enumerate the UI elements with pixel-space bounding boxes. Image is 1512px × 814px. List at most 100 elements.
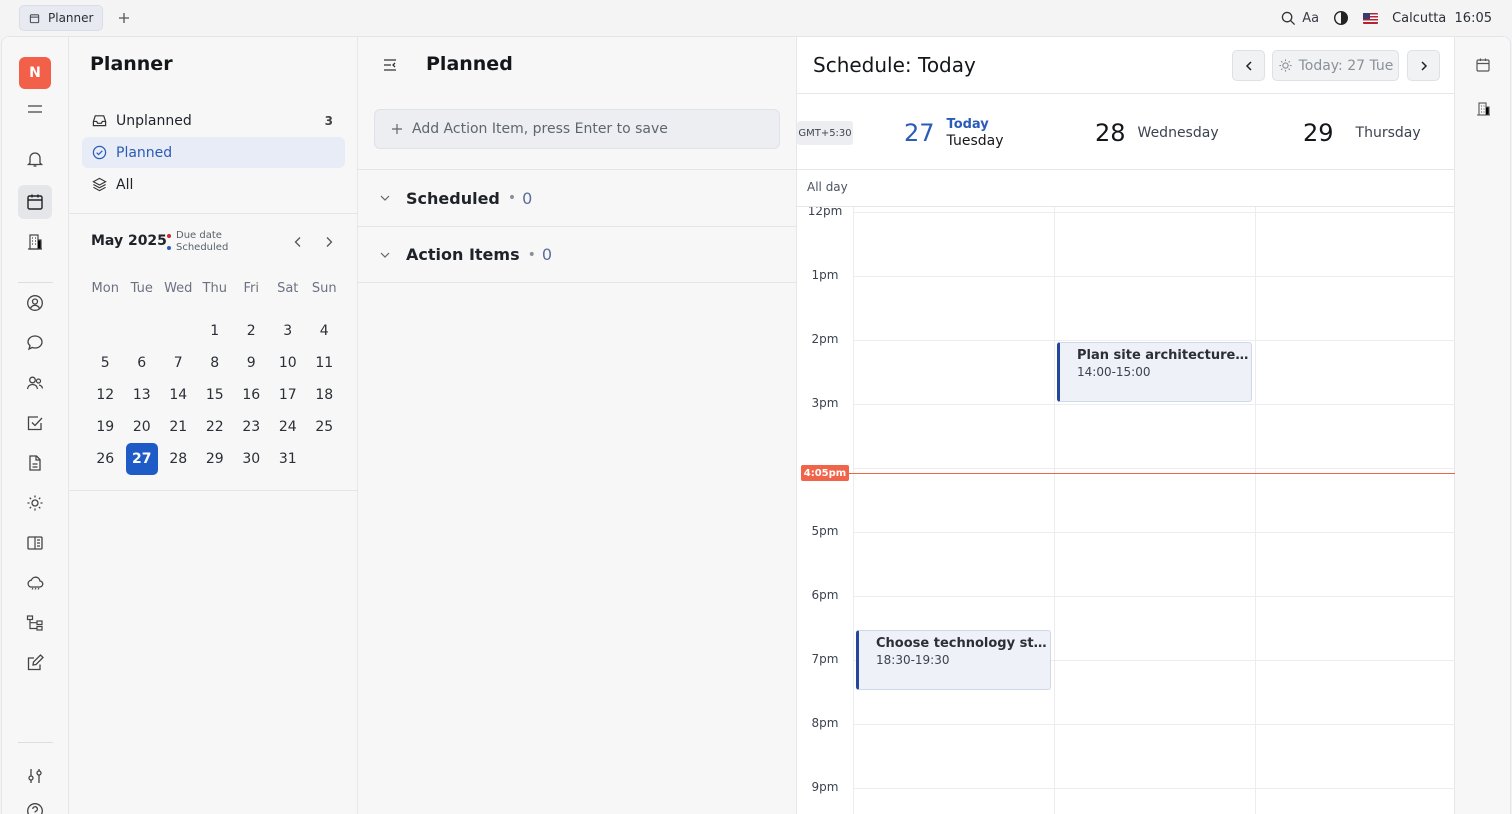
calendar-day[interactable]: 21: [160, 411, 197, 443]
nav-item-unplanned[interactable]: Unplanned 3: [82, 105, 345, 136]
calendar-day[interactable]: 4: [306, 315, 343, 347]
check-circle-icon: [92, 145, 107, 160]
today-button[interactable]: Today: 27 Tue: [1272, 50, 1399, 81]
event-title: Plan site architecture an...: [1077, 348, 1251, 363]
us-flag-icon[interactable]: [1363, 12, 1379, 24]
weekday-header: Mon: [91, 281, 119, 296]
hierarchy-button[interactable]: [18, 606, 52, 640]
calendar-day[interactable]: 14: [160, 379, 197, 411]
calendar-day[interactable]: 19: [87, 411, 124, 443]
calendar-day[interactable]: 1: [197, 315, 234, 347]
calendar-day[interactable]: 25: [306, 411, 343, 443]
add-action-item-input[interactable]: [412, 121, 772, 137]
team-button[interactable]: [18, 366, 52, 400]
cloud-button[interactable]: [18, 566, 52, 600]
office-side-button[interactable]: [1475, 101, 1493, 119]
calendar-day[interactable]: 17: [270, 379, 307, 411]
nav-item-all[interactable]: All: [82, 169, 345, 200]
nav-item-planned[interactable]: Planned: [82, 137, 345, 168]
calendar-day: [306, 443, 343, 475]
nav-label: Unplanned: [116, 112, 192, 129]
calendar-day[interactable]: 24: [270, 411, 307, 443]
edit-button[interactable]: [18, 646, 52, 680]
notifications-button[interactable]: [18, 142, 52, 176]
prev-month-button[interactable]: [290, 234, 306, 250]
planner-nav-panel: Planner Unplanned 3 Planned All May 2025…: [69, 37, 358, 814]
daily-button[interactable]: [18, 486, 52, 520]
settings-button[interactable]: [18, 759, 52, 793]
calendar-day[interactable]: 11: [306, 347, 343, 379]
calendar-event[interactable]: Plan site architecture an... 14:00-15:00: [1057, 342, 1252, 402]
collapse-button[interactable]: [382, 57, 398, 73]
knowledge-button[interactable]: [18, 526, 52, 560]
calendar-day[interactable]: 22: [197, 411, 234, 443]
calendar-day-today[interactable]: 27: [125, 443, 158, 475]
book-icon: [27, 536, 43, 550]
calendar-day[interactable]: 16: [233, 379, 270, 411]
calendar-icon: [27, 194, 43, 210]
scheduled-section[interactable]: Scheduled • 0: [358, 169, 797, 226]
chat-button[interactable]: [18, 326, 52, 360]
calendar-day[interactable]: 3: [270, 315, 307, 347]
calendar-day[interactable]: 13: [124, 379, 161, 411]
calendar-day[interactable]: 29: [197, 443, 234, 475]
calendar-day[interactable]: 8: [197, 347, 234, 379]
calendar-day[interactable]: 6: [124, 347, 161, 379]
calendar-day[interactable]: 18: [306, 379, 343, 411]
all-day-row[interactable]: All day: [797, 170, 1455, 207]
day-name: Thursday: [1355, 124, 1421, 141]
calendar-month: May 2025: [91, 233, 167, 249]
documents-button[interactable]: [18, 446, 52, 480]
today-button-label: Today: 27 Tue: [1298, 57, 1394, 74]
help-button[interactable]: [18, 794, 52, 814]
inbox-icon: [92, 115, 107, 127]
hour-line: [853, 468, 1455, 469]
checkbox-icon: [27, 416, 43, 431]
calendar-day[interactable]: 20: [124, 411, 161, 443]
calendar-week: 26 27 28 29 30 31: [87, 443, 343, 475]
prev-day-button[interactable]: [1232, 50, 1265, 81]
next-month-button[interactable]: [321, 234, 337, 250]
calendar-day[interactable]: 31: [270, 443, 307, 475]
calendar-side-button[interactable]: [1475, 57, 1493, 75]
calendar-day[interactable]: 30: [233, 443, 270, 475]
calendar-day[interactable]: 10: [270, 347, 307, 379]
plus-icon: [392, 124, 402, 134]
location-label[interactable]: Calcutta 16:05: [1392, 11, 1492, 26]
tab-planner[interactable]: Planner: [19, 5, 103, 31]
workspace-avatar[interactable]: N: [19, 57, 51, 89]
calendar-day[interactable]: 5: [87, 347, 124, 379]
contacts-button[interactable]: [18, 286, 52, 320]
time-grid[interactable]: 12pm 1pm 2pm 3pm 5pm 6pm 7pm 8pm 9pm 4:05pm Plan s…: [797, 207, 1455, 814]
tree-icon: [26, 615, 43, 631]
calendar-day[interactable]: 7: [160, 347, 197, 379]
calendar-event[interactable]: Choose technology stack ... 18:30-19:30: [856, 630, 1051, 690]
day-column-header-wednesday[interactable]: 28 Wednesday: [1095, 94, 1219, 171]
calendar-day[interactable]: 12: [87, 379, 124, 411]
office-button[interactable]: [18, 225, 52, 259]
search-icon[interactable]: [1281, 11, 1296, 26]
contrast-icon[interactable]: [1333, 10, 1349, 26]
calendar-day[interactable]: 2: [233, 315, 270, 347]
plus-icon: [119, 13, 129, 23]
add-action-item[interactable]: [374, 109, 780, 149]
calendar-day[interactable]: 15: [197, 379, 234, 411]
action-items-section[interactable]: Action Items • 0: [358, 226, 797, 283]
calendar-day[interactable]: 23: [233, 411, 270, 443]
calendar-day[interactable]: 9: [233, 347, 270, 379]
new-tab-button[interactable]: [115, 9, 133, 27]
menu-button[interactable]: [18, 92, 52, 126]
panel-title: Planner: [90, 53, 173, 75]
day-column-header-thursday[interactable]: 29 Thursday: [1303, 94, 1421, 171]
tasks-button[interactable]: [18, 406, 52, 440]
weekday-header: Tue: [130, 281, 153, 296]
next-day-button[interactable]: [1407, 50, 1440, 81]
calendar-icon: [1476, 58, 1490, 72]
planner-button[interactable]: [18, 185, 52, 219]
calendar-day[interactable]: 26: [87, 443, 124, 475]
font-size-button[interactable]: Aa: [1302, 11, 1319, 26]
day-column-header-today[interactable]: 27 Today Tuesday: [904, 94, 1004, 171]
chat-bubble-icon: [27, 335, 43, 351]
chevron-down-icon: [380, 252, 390, 258]
calendar-day[interactable]: 28: [160, 443, 197, 475]
